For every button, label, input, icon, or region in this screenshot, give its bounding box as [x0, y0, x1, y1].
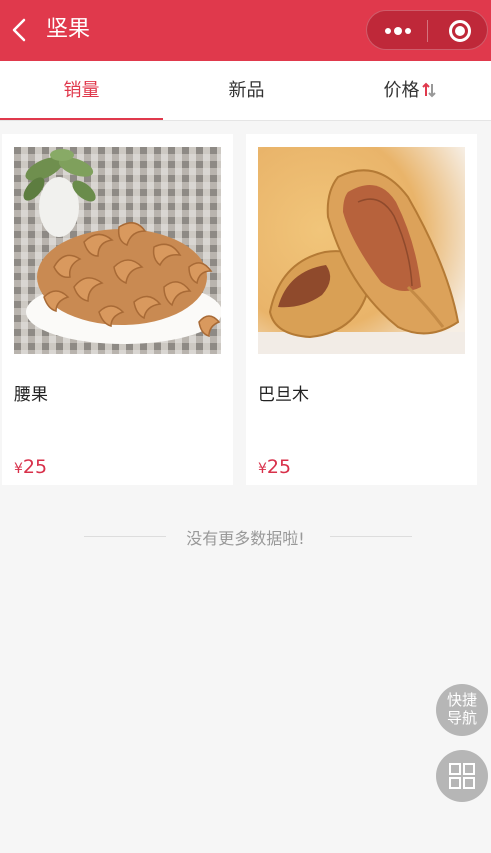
close-button[interactable]: [428, 11, 488, 51]
mini-program-capsule: [366, 10, 488, 50]
product-card-cashew[interactable]: 腰果 ¥25: [2, 134, 233, 485]
price-value: 25: [266, 456, 292, 478]
more-button[interactable]: [367, 11, 427, 51]
cashew-photo: [14, 147, 221, 354]
currency-symbol: ¥: [14, 461, 23, 477]
tab-active-underline: [0, 118, 163, 120]
sort-updown-icon: [421, 82, 436, 97]
product-name: 腰果: [14, 385, 48, 405]
no-more-data-text: 没有更多数据啦!: [186, 529, 305, 548]
title-bar: 坚果: [0, 0, 491, 61]
quick-nav-line2: 导航: [446, 709, 477, 727]
chevron-left-icon: [12, 18, 26, 42]
no-more-data: 没有更多数据啦!: [0, 522, 491, 552]
product-price: ¥25: [258, 456, 291, 478]
tab-new[interactable]: 新品: [165, 61, 328, 120]
price-value: 25: [22, 456, 48, 478]
tab-label: 价格: [383, 80, 420, 101]
tab-label: 销量: [63, 80, 100, 101]
product-card-almond[interactable]: 巴旦木 ¥25: [246, 134, 477, 485]
tab-sales[interactable]: 销量: [0, 61, 163, 120]
quick-nav-line1: 快捷: [446, 691, 477, 709]
tab-price[interactable]: 价格: [328, 61, 491, 120]
divider-right: [330, 536, 412, 537]
back-button[interactable]: [10, 18, 30, 42]
tab-label: 新品: [228, 80, 265, 101]
sort-tabs: 销量 新品 价格: [0, 61, 491, 121]
product-name: 巴旦木: [258, 385, 309, 405]
product-price: ¥25: [14, 456, 47, 478]
quick-nav-label: 快捷 导航: [436, 691, 488, 727]
grid-icon: [449, 763, 475, 789]
grid-view-button[interactable]: [436, 750, 488, 802]
currency-symbol: ¥: [258, 461, 267, 477]
quick-nav-button[interactable]: 快捷 导航: [436, 684, 488, 736]
almond-photo: [258, 147, 465, 354]
page-title: 坚果: [46, 17, 91, 42]
